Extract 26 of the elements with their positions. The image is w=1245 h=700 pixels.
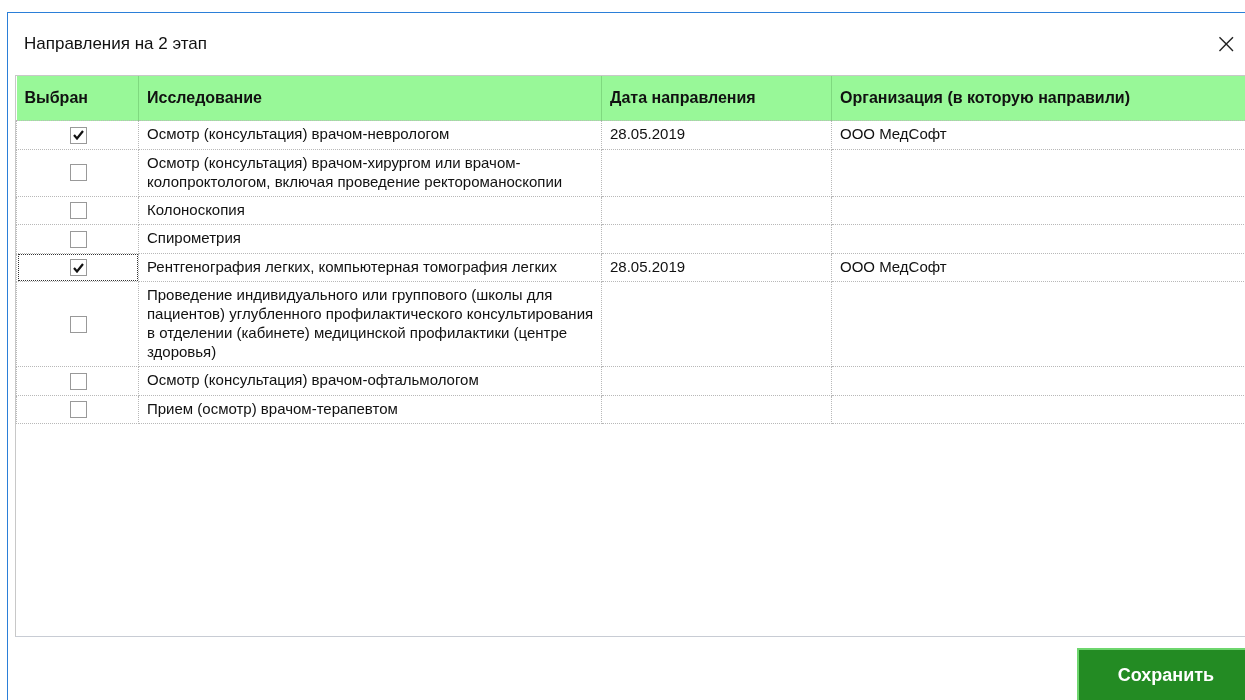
table-cell: ООО МедСофт [831, 120, 1245, 150]
checkbox[interactable] [70, 230, 87, 248]
table-cell: 28.05.2019 [601, 120, 832, 150]
close-button[interactable]: × [1214, 30, 1238, 58]
window-title: Направления на 2 этап [24, 34, 207, 54]
checkbox[interactable] [70, 401, 87, 419]
table-cell: Осмотр (консультация) врачом-офтальмологом [138, 366, 602, 396]
column-header[interactable]: Дата направления [601, 76, 832, 121]
table-cell: Спирометрия [138, 224, 602, 254]
checkbox[interactable] [70, 202, 87, 220]
table-cell: Осмотр (консультация) врачом-хирургом или врачом-колопроктологом, включая проведение ректороманоскопии [138, 149, 602, 197]
checkbox[interactable] [70, 372, 87, 390]
table-cell: Рентгенография легких, компьютерная томография легких [138, 253, 602, 282]
column-header[interactable]: Выбран [16, 76, 139, 121]
column-header[interactable]: Исследование [138, 76, 602, 121]
table-cell: Проведение индивидуального или группового (школы для пациентов) углубленного профилактического консультирования в отделении (кабинете) медицинской профилактики (центре здоровья) [138, 281, 602, 367]
checkbox[interactable] [70, 164, 87, 182]
table-cell: Осмотр (консультация) врачом-неврологом [138, 120, 602, 150]
column-header[interactable]: Организация (в которую направили) [831, 76, 1245, 121]
checkbox[interactable] [70, 259, 87, 277]
checkbox[interactable] [70, 315, 87, 333]
table-cell: Колоноскопия [138, 196, 602, 225]
checkbox[interactable] [70, 126, 87, 144]
table-cell: 28.05.2019 [601, 253, 832, 282]
table-cell: Прием (осмотр) врачом-терапевтом [138, 395, 602, 424]
save-button[interactable]: Сохранить [1077, 648, 1245, 700]
